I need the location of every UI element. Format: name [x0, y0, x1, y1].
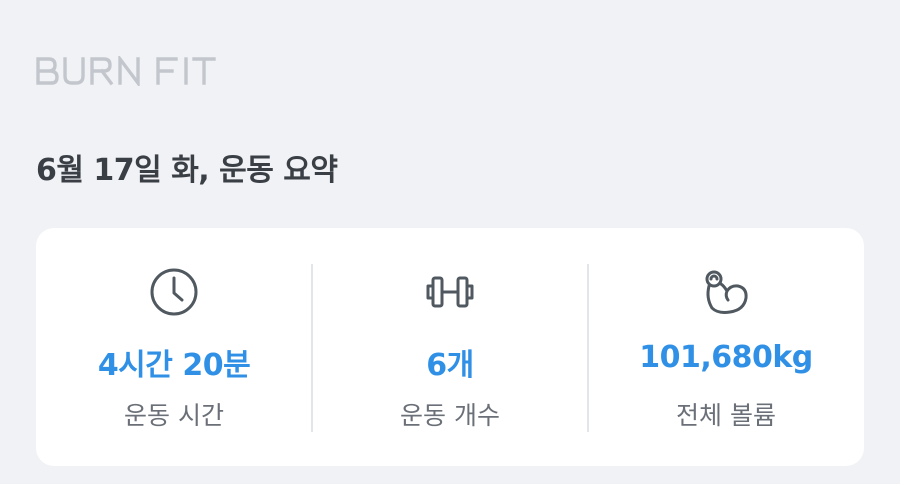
stat-exercise-count: 6개 운동 개수: [312, 228, 588, 466]
workout-time-label: 운동 시간: [124, 401, 224, 430]
dumbbell-icon: [424, 266, 476, 318]
page-title: 6월 17일 화, 운동 요약: [36, 153, 338, 188]
workout-summary-card: 4시간 20분 운동 시간 6개 운동 개수 101,680kg 전체 볼륨: [36, 228, 864, 466]
stat-total-volume: 101,680kg 전체 볼륨: [588, 228, 864, 466]
total-volume-label: 전체 볼륨: [676, 401, 776, 430]
flexed-arm-icon: [700, 266, 752, 318]
workout-time-value: 4시간 20분: [97, 348, 251, 383]
burnfit-logo: [36, 53, 216, 90]
exercise-count-label: 운동 개수: [400, 401, 500, 430]
clock-icon: [148, 266, 200, 318]
exercise-count-value: 6개: [426, 348, 474, 383]
total-volume-value: 101,680kg: [639, 340, 813, 375]
stat-workout-time: 4시간 20분 운동 시간: [36, 228, 312, 466]
